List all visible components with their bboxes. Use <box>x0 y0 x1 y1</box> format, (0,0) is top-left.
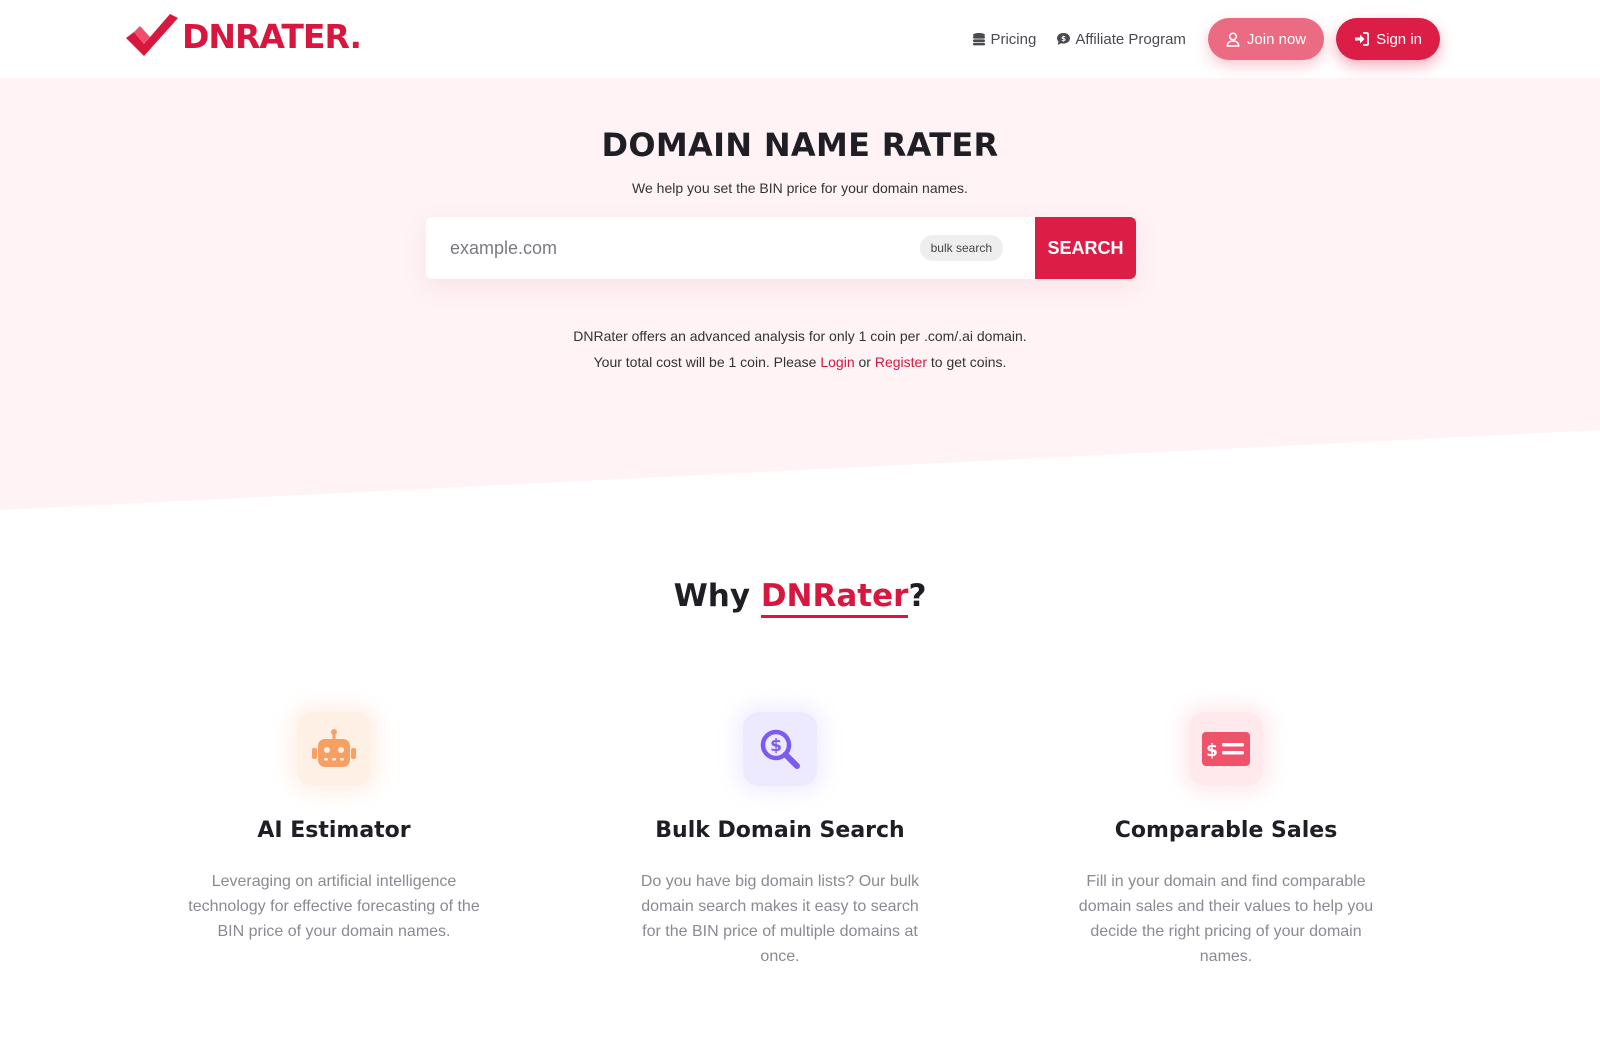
robot-icon <box>297 712 371 786</box>
coins-icon <box>973 33 986 46</box>
feature-description: Fill in your domain and find comparable … <box>1078 873 1374 965</box>
brand-name: DNRATER. <box>182 16 362 56</box>
nav-affiliate-label: Affiliate Program <box>1075 30 1186 48</box>
site-header: DNRATER. Pricing $ Affiliate Program Joi… <box>0 0 1600 78</box>
sign-in-label: Sign in <box>1376 30 1422 48</box>
feature-description: Leveraging on artificial intelligence te… <box>188 873 480 940</box>
why-heading: Why DNRater? <box>0 578 1600 618</box>
sign-in-icon <box>1355 32 1370 46</box>
search-button[interactable]: SEARCH <box>1035 217 1136 279</box>
svg-text:$: $ <box>1061 35 1066 43</box>
join-now-label: Join now <box>1246 30 1307 48</box>
checkmark-logo-icon <box>126 14 178 56</box>
feature-title: Comparable Sales <box>1114 818 1338 843</box>
nav-affiliate-link[interactable]: $ Affiliate Program <box>1056 31 1186 48</box>
domain-search-form: bulk search SEARCH <box>426 217 1136 279</box>
nav-pricing-label: Pricing <box>990 30 1037 48</box>
register-link[interactable]: Register <box>875 354 927 370</box>
main-nav: Pricing $ Affiliate Program Join now Sig… <box>972 18 1440 60</box>
search-dollar-icon: $ <box>743 712 817 786</box>
hero-section: DOMAIN NAME RATER We help you set the BI… <box>0 78 1600 370</box>
nav-pricing-link[interactable]: Pricing <box>972 31 1036 48</box>
feature-bulk-domain-search: $ Bulk Domain Search Do you have big dom… <box>620 712 940 969</box>
money-check-icon: $ <box>1189 712 1263 786</box>
page-title: DOMAIN NAME RATER <box>601 126 999 164</box>
svg-text:$: $ <box>770 736 782 756</box>
bulk-search-toggle[interactable]: bulk search <box>919 235 1003 261</box>
pricing-info-line1: DNRater offers an advanced analysis for … <box>573 328 1027 344</box>
pricing-info: DNRater offers an advanced analysis for … <box>0 323 1600 375</box>
feature-title: AI Estimator <box>257 818 411 843</box>
user-icon <box>1226 31 1240 47</box>
hero-subtitle: We help you set the BIN price for your d… <box>632 180 968 196</box>
join-now-button[interactable]: Join now <box>1207 18 1325 60</box>
feature-title: Bulk Domain Search <box>655 818 905 843</box>
svg-text:$: $ <box>1206 741 1218 761</box>
feature-comparable-sales: $ Comparable Sales Fill in your domain a… <box>1066 712 1386 969</box>
feature-ai-estimator: AI Estimator Leveraging on artificial in… <box>174 712 494 944</box>
comment-dollar-icon: $ <box>1057 33 1071 45</box>
why-brand-highlight: DNRater <box>760 578 909 618</box>
pricing-info-line2: Your total cost will be 1 coin. Please L… <box>593 354 1007 370</box>
brand-logo[interactable]: DNRATER. <box>122 12 362 60</box>
login-link[interactable]: Login <box>820 354 854 370</box>
domain-search-input[interactable] <box>426 217 920 279</box>
feature-description: Do you have big domain lists? Our bulk d… <box>640 873 920 965</box>
sign-in-button[interactable]: Sign in <box>1336 18 1440 60</box>
